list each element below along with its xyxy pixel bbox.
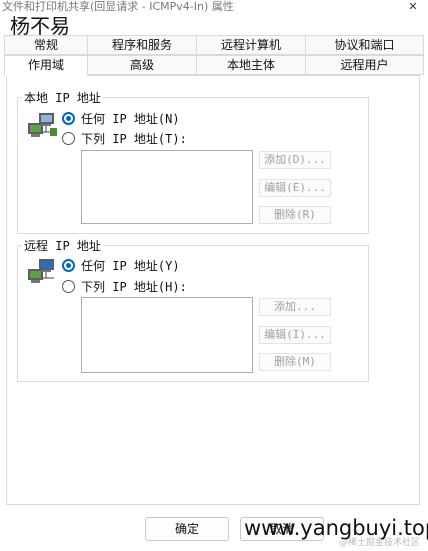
remote-these-ip-radio[interactable] — [62, 279, 75, 293]
remote-ip-list[interactable] — [81, 297, 253, 373]
local-any-ip-label: 任何 IP 地址(N) — [81, 111, 180, 126]
network-computers-icon — [28, 259, 54, 283]
remote-these-ip-label: 下列 IP 地址(H): — [81, 279, 187, 294]
network-computers-icon — [28, 113, 57, 137]
tab-remote-users[interactable]: 远程用户 — [305, 55, 424, 75]
watermark-top: 杨不易 — [10, 14, 70, 38]
local-these-ip-label: 下列 IP 地址(T): — [81, 131, 187, 146]
tab-scope[interactable]: 作用域 — [4, 55, 88, 76]
local-any-ip-radio[interactable] — [62, 111, 75, 125]
remote-any-ip-radio[interactable] — [62, 258, 75, 272]
tab-programs-services[interactable]: 程序和服务 — [87, 35, 197, 55]
local-ip-list[interactable] — [81, 150, 253, 224]
local-these-ip-radio[interactable] — [62, 131, 75, 145]
scope-panel: 本地 IP 地址 任何 IP 地址(N) 下列 IP 地址(T): 添加(D).… — [6, 75, 420, 505]
close-icon[interactable]: ✕ — [398, 0, 428, 14]
local-ip-group: 本地 IP 地址 任何 IP 地址(N) 下列 IP 地址(T): 添加(D).… — [17, 89, 369, 234]
local-any-ip-option[interactable]: 任何 IP 地址(N) — [62, 110, 180, 126]
remote-these-ip-option[interactable]: 下列 IP 地址(H): — [62, 278, 187, 294]
tab-local-principals[interactable]: 本地主体 — [196, 55, 306, 75]
local-ip-title: 本地 IP 地址 — [22, 89, 103, 106]
remote-any-ip-label: 任何 IP 地址(Y) — [81, 258, 180, 273]
local-these-ip-option[interactable]: 下列 IP 地址(T): — [62, 130, 187, 146]
local-edit-button[interactable]: 编辑(E)... — [259, 179, 331, 197]
tab-advanced[interactable]: 高级 — [87, 55, 197, 75]
remote-ip-title: 远程 IP 地址 — [22, 237, 103, 254]
ok-button[interactable]: 确定 — [145, 517, 229, 541]
remote-ip-group: 远程 IP 地址 任何 IP 地址(Y) 下列 IP 地址(H): 添加... … — [17, 237, 369, 382]
tab-row-2: 作用域 高级 本地主体 远程用户 — [4, 55, 424, 76]
remote-add-button[interactable]: 添加... — [259, 298, 331, 316]
tab-protocols-ports[interactable]: 协议和端口 — [305, 35, 424, 55]
remote-edit-button[interactable]: 编辑(I)... — [259, 326, 331, 344]
tab-remote-computers[interactable]: 远程计算机 — [196, 35, 306, 55]
local-remove-button[interactable]: 删除(R) — [259, 206, 331, 224]
remote-any-ip-option[interactable]: 任何 IP 地址(Y) — [62, 257, 180, 273]
watermark-small: @稀土掘金技术社区 — [338, 538, 420, 548]
remote-remove-button[interactable]: 删除(M) — [259, 353, 331, 371]
local-add-button[interactable]: 添加(D)... — [259, 151, 331, 169]
